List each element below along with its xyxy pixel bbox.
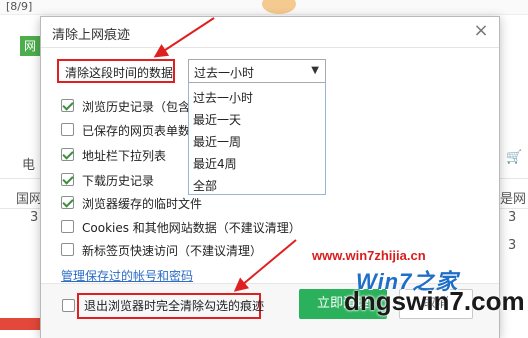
background-left-text-2: 国网 [16, 192, 43, 207]
dialog-title: 清除上网痕迹 [52, 28, 131, 43]
watermark-url: www.win7zhijia.cn [312, 248, 426, 263]
option-label: 新标签页快速访问（不建议清理） [82, 244, 263, 258]
background-left-text-1: 电 [22, 158, 36, 173]
chevron-down-icon: ▼ [311, 65, 319, 76]
dropdown-option[interactable]: 最近一天 [193, 111, 241, 128]
exit-checkbox[interactable] [62, 299, 75, 312]
checkbox[interactable] [61, 243, 74, 256]
option-label: 地址栏下拉列表 [82, 149, 167, 163]
background-right-text-1: 是网 [500, 192, 527, 207]
close-icon[interactable]: × [471, 21, 491, 41]
time-range-select-value: 过去一小时 [194, 66, 255, 80]
background-top-text: [8/9] [6, 0, 33, 13]
background-right-text-2: 3 [508, 210, 517, 225]
background-tag: 网 [20, 36, 40, 56]
exit-option-label: 退出浏览器时完全清除勾选的痕迹 [84, 299, 265, 313]
option-label: 已保存的网页表单数 [82, 124, 191, 138]
dialog-header: 清除上网痕迹 × [41, 17, 499, 48]
checkbox[interactable] [61, 220, 74, 233]
time-range-label-highlight: 清除这段时间的数据 [57, 59, 175, 83]
option-label: 浏览器缓存的临时文件 [82, 197, 203, 211]
dropdown-option[interactable]: 最近一周 [193, 133, 241, 150]
time-range-dropdown: 过去一小时 最近一天 最近一周 最近4周 全部 [188, 83, 326, 195]
manage-passwords-link[interactable]: 管理保存过的帐号和密码 [61, 267, 193, 284]
option-label: 下载历史记录 [82, 174, 155, 188]
option-label: 浏览历史记录（包含 [82, 100, 191, 114]
option-label: Cookies 和其他网站数据（不建议清理） [82, 221, 301, 235]
background-red-bar [0, 318, 42, 330]
checkbox[interactable] [61, 148, 74, 161]
checkbox[interactable] [61, 123, 74, 136]
dropdown-option[interactable]: 最近4周 [193, 155, 237, 172]
background-left-text-3: 3 [30, 210, 39, 225]
checkbox[interactable] [61, 99, 74, 112]
checkbox[interactable] [61, 196, 74, 209]
watermark-domain: dngswin7.com [344, 286, 525, 316]
dropdown-option[interactable]: 全部 [193, 177, 217, 194]
dropdown-option[interactable]: 过去一小时 [193, 89, 253, 106]
time-range-select[interactable]: 过去一小时 ▼ [188, 59, 326, 83]
background-right-text-3: 3 [508, 238, 517, 253]
checkbox[interactable] [61, 173, 74, 186]
time-range-label: 清除这段时间的数据 [65, 66, 174, 80]
cart-icon: 🛒 [506, 150, 523, 165]
